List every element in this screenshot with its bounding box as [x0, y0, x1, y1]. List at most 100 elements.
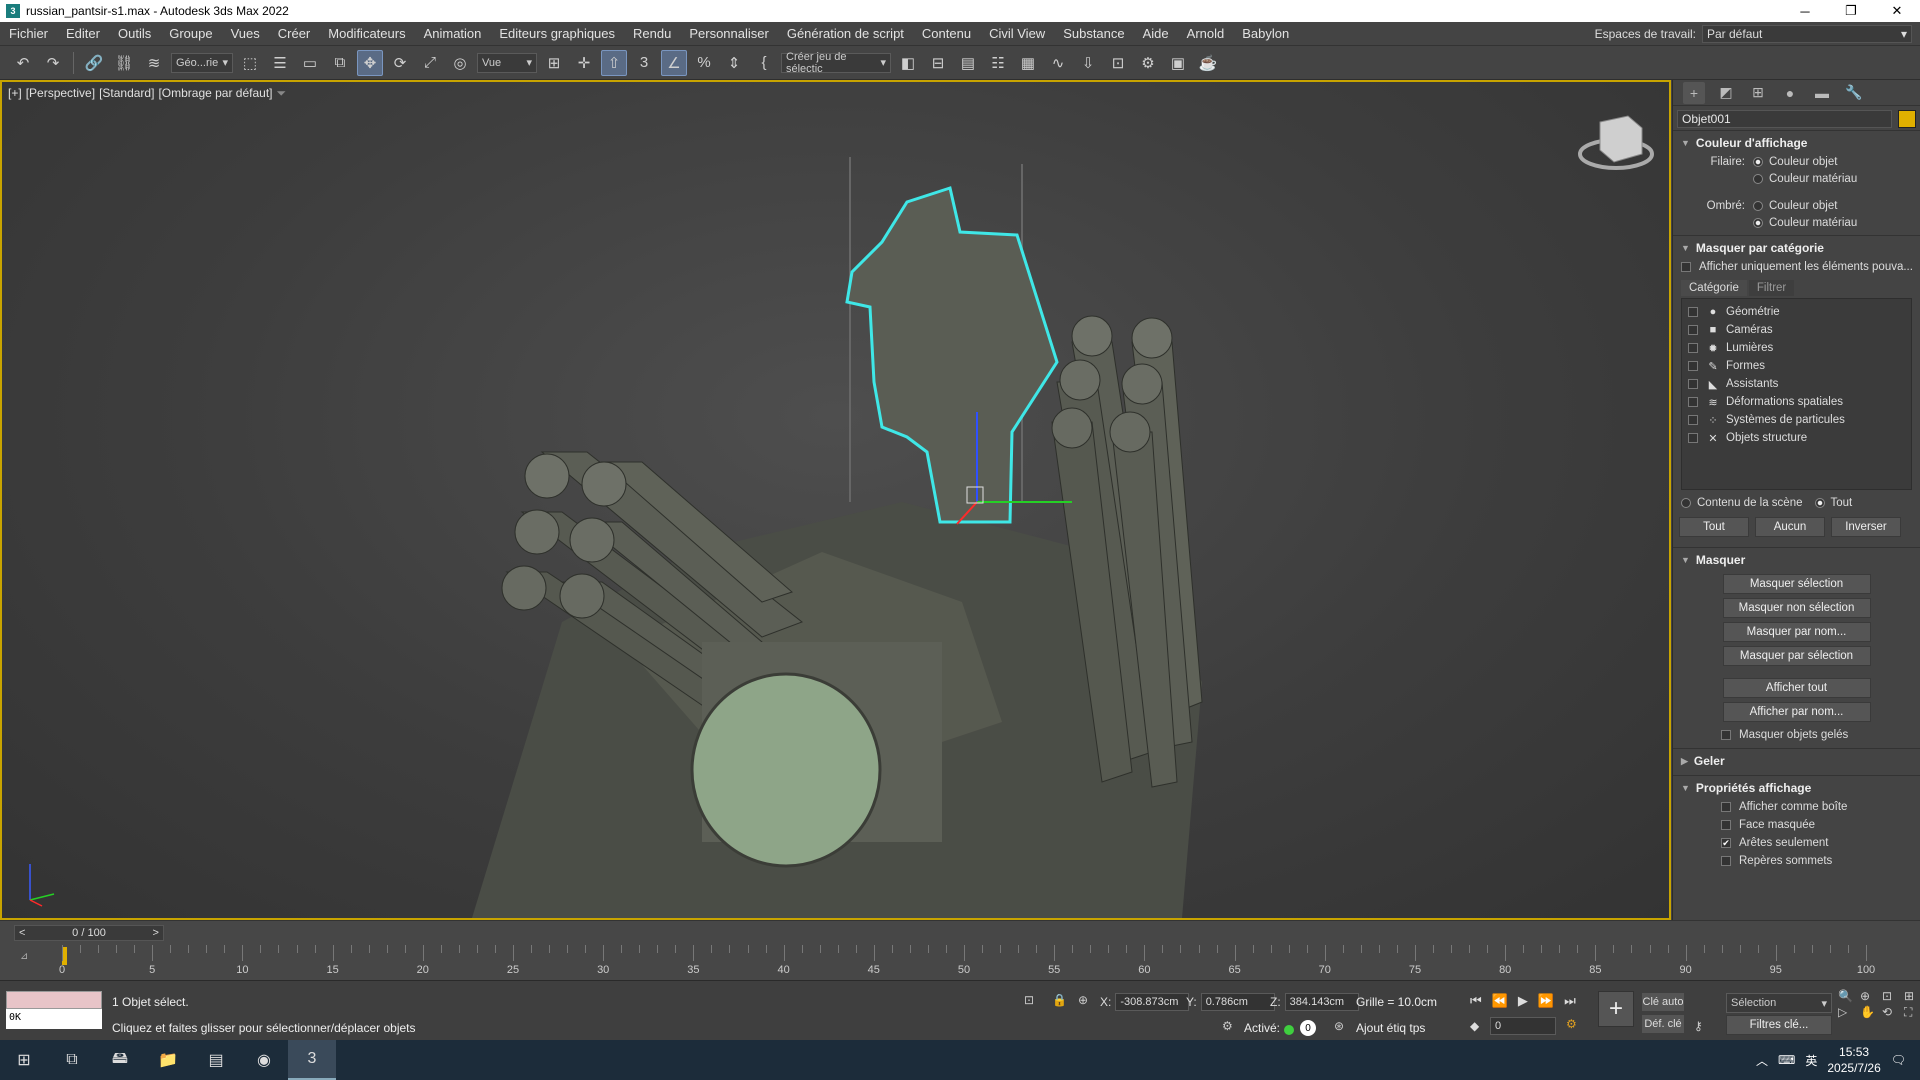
motion-tab-icon[interactable]: ● [1779, 82, 1801, 104]
list-item[interactable]: ≋ Déformations spatiales [1682, 393, 1911, 411]
named-selection-dropdown[interactable]: Créer jeu de sélectic ▾ [781, 51, 891, 75]
unhide-by-name-button[interactable]: Afficher par nom... [1722, 702, 1871, 722]
key-filters-button[interactable]: Filtres clé... [1726, 1015, 1832, 1035]
list-item[interactable]: ✹ Lumières [1682, 339, 1911, 357]
shaded-object-color-radio[interactable] [1753, 200, 1763, 211]
close-button[interactable]: ✕ [1874, 0, 1920, 22]
category-checkbox[interactable] [1688, 325, 1698, 335]
selection-filter-dropdown[interactable]: Géo...rie ▾ [171, 52, 233, 73]
zoom-extents-all-icon[interactable]: ⊞ [1904, 989, 1920, 1003]
notification-icon[interactable]: 🗨 [1891, 1053, 1906, 1067]
spreadsheet-app-icon[interactable]: ▤ [192, 1040, 240, 1080]
zoom-extents-icon[interactable]: ⊡ [1882, 989, 1900, 1003]
only-show-checkbox[interactable] [1681, 262, 1691, 272]
wire-object-color-radio[interactable] [1753, 156, 1763, 167]
modify-tab-icon[interactable]: ◩ [1715, 82, 1737, 104]
keyboard-shortcut-icon[interactable]: ⇧ [601, 49, 627, 76]
curve-editor-mini-icon[interactable]: ⊿ [20, 951, 28, 962]
create-tab-icon[interactable]: + [1683, 81, 1705, 104]
align-icon[interactable]: ⊟ [925, 50, 951, 76]
backface-cull-checkbox[interactable] [1721, 820, 1731, 830]
next-frame-icon[interactable]: ⏩ [1538, 993, 1554, 1009]
menu-aide[interactable]: Aide [1134, 26, 1178, 41]
current-frame-field[interactable]: 0 [1490, 1017, 1556, 1035]
percent-snap-icon[interactable]: % [691, 50, 717, 76]
list-item[interactable]: ● Géométrie [1682, 303, 1911, 321]
task-view-icon[interactable]: ⧉ [48, 1040, 96, 1080]
rollout-header[interactable]: ▼ Couleur d'affichage [1673, 133, 1920, 153]
pivot-center-icon[interactable]: ⊞ [541, 50, 567, 76]
menu-groupe[interactable]: Groupe [160, 26, 221, 41]
goto-start-icon[interactable]: ⏮ [1470, 993, 1482, 1009]
category-checkbox[interactable] [1688, 361, 1698, 371]
snap-toggle-icon[interactable]: 3 [631, 50, 657, 76]
z-coordinate-field[interactable]: 384.143cm [1284, 993, 1359, 1011]
absolute-mode-icon[interactable]: ⊕ [1078, 993, 1088, 1007]
ref-coord-dropdown[interactable]: Vue ▾ [477, 52, 537, 73]
orbit-icon[interactable]: ⟲ [1882, 1005, 1900, 1020]
edges-only-checkbox[interactable]: ✔ [1721, 838, 1731, 848]
link-icon[interactable]: 🔗 [81, 50, 107, 76]
category-checkbox[interactable] [1688, 379, 1698, 389]
select-object-icon[interactable]: ⬚ [237, 50, 263, 76]
rect-selection-icon[interactable]: ▭ [297, 50, 323, 76]
keyboard-icon[interactable]: ⌨ [1778, 1053, 1795, 1067]
system-clock[interactable]: 15:53 2025/7/26 [1827, 1044, 1880, 1076]
menu-creer[interactable]: Créer [269, 26, 320, 41]
category-checkbox[interactable] [1688, 307, 1698, 317]
menu-outils[interactable]: Outils [109, 26, 160, 41]
object-color-swatch[interactable] [1898, 110, 1916, 128]
perspective-viewport[interactable]: [+] [Perspective] [Standard] [Ombrage pa… [0, 80, 1671, 920]
y-coordinate-field[interactable]: 0.786cm [1200, 993, 1275, 1011]
menu-editer[interactable]: Editer [57, 26, 109, 41]
maxscript-output[interactable]: 0K [6, 1009, 102, 1029]
category-checkbox[interactable] [1688, 343, 1698, 353]
key-mode-icon[interactable]: ◆ [1470, 1019, 1479, 1033]
all-button[interactable]: Tout [1679, 517, 1749, 537]
hide-selected-button[interactable]: Masquer sélection [1722, 574, 1871, 594]
undo-icon[interactable]: ↶ [10, 50, 36, 76]
utilities-tab-icon[interactable]: 🔧 [1843, 82, 1865, 104]
spinner-snap-icon[interactable]: ⇕ [721, 50, 747, 76]
maxscript-listener[interactable]: 0K [6, 991, 102, 1031]
app-icon[interactable]: 🖴 [96, 1040, 144, 1080]
menu-babylon[interactable]: Babylon [1233, 26, 1298, 41]
unhide-all-button[interactable]: Afficher tout [1722, 678, 1871, 698]
move-icon[interactable]: ✥ [357, 49, 383, 76]
time-slider-prev[interactable]: < [19, 927, 25, 939]
select-by-name-icon[interactable]: ☰ [267, 50, 293, 76]
minimize-button[interactable]: ─ [1782, 0, 1828, 22]
menu-vues[interactable]: Vues [222, 26, 269, 41]
scale-icon[interactable]: ⤢ [417, 50, 443, 76]
zoom-all-icon[interactable]: ⊕ [1860, 989, 1878, 1003]
hierarchy-tab-icon[interactable]: ⊞ [1747, 82, 1769, 104]
display-as-box-checkbox[interactable] [1721, 802, 1731, 812]
category-checkbox[interactable] [1688, 433, 1698, 443]
list-item[interactable]: ⁘ Systèmes de particules [1682, 411, 1911, 429]
field-of-view-icon[interactable]: ▷ [1838, 1005, 1856, 1020]
list-item[interactable]: ✕ Objets structure [1682, 429, 1911, 447]
render-production-icon[interactable]: ☕ [1195, 50, 1221, 76]
menu-editeurs-graphiques[interactable]: Editeurs graphiques [490, 26, 624, 41]
unlink-icon[interactable]: ⛓ [111, 50, 137, 76]
invert-button[interactable]: Inverser [1831, 517, 1901, 537]
layer-explorer-icon[interactable]: ▤ [955, 50, 981, 76]
prev-frame-icon[interactable]: ⏪ [1492, 993, 1508, 1009]
rendered-frame-icon[interactable]: ▣ [1165, 50, 1191, 76]
hide-unselected-button[interactable]: Masquer non sélection [1722, 598, 1871, 618]
pan-icon[interactable]: ✋ [1860, 1005, 1878, 1020]
timeline-ruler[interactable]: 0 5 10 15 20 25 30 35 40 45 50 55 60 65 70 75 80 85 90 95 10… [59, 945, 1875, 981]
adaptive-degradation-icon[interactable]: ⚙ [1222, 1019, 1233, 1033]
material-editor-icon[interactable]: ⊡ [1105, 50, 1131, 76]
menu-arnold[interactable]: Arnold [1178, 26, 1234, 41]
menu-rendu[interactable]: Rendu [624, 26, 680, 41]
place-icon[interactable]: ◎ [447, 50, 473, 76]
scene-content-radio[interactable] [1681, 497, 1691, 508]
time-config-icon[interactable]: ⚙ [1566, 1017, 1577, 1031]
category-checkbox[interactable] [1688, 397, 1698, 407]
maxscript-macro-recorder[interactable] [6, 991, 102, 1009]
vertex-ticks-checkbox[interactable] [1721, 856, 1731, 866]
tab-category[interactable]: Catégorie [1681, 280, 1747, 296]
wire-material-color-radio[interactable] [1753, 173, 1763, 184]
list-item[interactable]: ✎ Formes [1682, 357, 1911, 375]
